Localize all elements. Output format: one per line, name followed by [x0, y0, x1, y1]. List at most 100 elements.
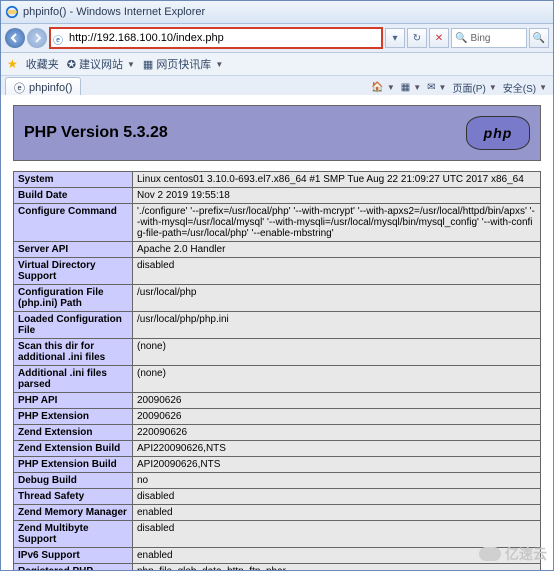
info-key: Zend Extension: [14, 425, 133, 441]
table-row: Zend Multibyte Supportdisabled: [14, 521, 541, 548]
address-bar[interactable]: ⓔ: [49, 27, 383, 49]
table-row: Zend Extension BuildAPI220090626,NTS: [14, 441, 541, 457]
titlebar: phpinfo() - Windows Internet Explorer: [1, 1, 553, 24]
slice-icon: ▦: [143, 58, 153, 71]
table-row: Thread Safetydisabled: [14, 489, 541, 505]
info-value: (none): [133, 366, 541, 393]
watermark: 亿速云: [479, 544, 547, 564]
info-key: Build Date: [14, 188, 133, 204]
info-value: Apache 2.0 Handler: [133, 242, 541, 258]
info-key: Debug Build: [14, 473, 133, 489]
chevron-down-icon: ▾: [392, 33, 397, 44]
info-key: Scan this dir for additional .ini files: [14, 339, 133, 366]
mail-button[interactable]: ✉▼: [427, 82, 446, 93]
info-value: disabled: [133, 258, 541, 285]
php-logo: php: [466, 116, 530, 150]
search-go-icon: 🔍: [533, 33, 545, 44]
tab-label: phpinfo(): [29, 82, 72, 94]
addr-dropdown-button[interactable]: ▾: [385, 28, 405, 48]
home-button[interactable]: 🏠▼: [371, 82, 394, 93]
table-row: Server APIApache 2.0 Handler: [14, 242, 541, 258]
refresh-icon: ↻: [413, 33, 421, 44]
info-value: API20090626,NTS: [133, 457, 541, 473]
page-content[interactable]: PHP Version 5.3.28 php SystemLinux cento…: [1, 95, 553, 570]
table-row: PHP API20090626: [14, 393, 541, 409]
web-slice-link[interactable]: ▦ 网页快讯库 ▼: [143, 56, 223, 72]
search-box[interactable]: 🔍 Bing: [451, 28, 527, 48]
table-row: SystemLinux centos01 3.10.0-693.el7.x86_…: [14, 172, 541, 188]
page-icon: ⓔ: [53, 32, 65, 44]
info-value: php, file, glob, data, http, ftp, phar: [133, 564, 541, 571]
table-row: Zend Extension220090626: [14, 425, 541, 441]
table-row: IPv6 Supportenabled: [14, 548, 541, 564]
window-title: phpinfo() - Windows Internet Explorer: [23, 6, 549, 18]
search-icon: 🔍: [455, 33, 467, 44]
safety-menu[interactable]: 安全(S)▼: [503, 80, 547, 95]
favorites-label[interactable]: 收藏夹: [26, 56, 59, 72]
info-key: PHP Extension: [14, 409, 133, 425]
info-key: IPv6 Support: [14, 548, 133, 564]
rss-button[interactable]: ▦▼: [401, 82, 421, 93]
home-icon: 🏠: [371, 82, 383, 93]
info-key: Virtual Directory Support: [14, 258, 133, 285]
info-key: Zend Memory Manager: [14, 505, 133, 521]
slice-label: 网页快讯库: [156, 56, 211, 72]
table-row: Scan this dir for additional .ini files(…: [14, 339, 541, 366]
info-key: Configuration File (php.ini) Path: [14, 285, 133, 312]
info-key: Zend Extension Build: [14, 441, 133, 457]
back-button[interactable]: [5, 28, 25, 48]
table-row: Registered PHP Streamsphp, file, glob, d…: [14, 564, 541, 571]
table-row: Build DateNov 2 2019 19:55:18: [14, 188, 541, 204]
page-title: PHP Version 5.3.28: [24, 124, 168, 142]
table-row: Configure Command'./configure' '--prefix…: [14, 204, 541, 242]
info-key: Loaded Configuration File: [14, 312, 133, 339]
info-value: 220090626: [133, 425, 541, 441]
info-key: Additional .ini files parsed: [14, 366, 133, 393]
favorites-bar: ★ 收藏夹 ✪ 建议网站 ▼ ▦ 网页快讯库 ▼: [1, 53, 553, 76]
watermark-text: 亿速云: [505, 544, 547, 564]
phpinfo-table: SystemLinux centos01 3.10.0-693.el7.x86_…: [13, 171, 541, 570]
refresh-button[interactable]: ↻: [407, 28, 427, 48]
info-value: Linux centos01 3.10.0-693.el7.x86_64 #1 …: [133, 172, 541, 188]
search-button[interactable]: 🔍: [529, 28, 549, 48]
url-input[interactable]: [67, 29, 379, 47]
info-key: Server API: [14, 242, 133, 258]
info-value: disabled: [133, 489, 541, 505]
info-key: Registered PHP Streams: [14, 564, 133, 571]
mail-icon: ✉: [427, 82, 435, 93]
suggested-sites-link[interactable]: ✪ 建议网站 ▼: [67, 56, 135, 72]
info-key: Configure Command: [14, 204, 133, 242]
info-value: 20090626: [133, 409, 541, 425]
ie-icon: [5, 5, 19, 19]
table-row: Debug Buildno: [14, 473, 541, 489]
info-value: no: [133, 473, 541, 489]
info-value: enabled: [133, 505, 541, 521]
info-key: PHP API: [14, 393, 133, 409]
chevron-down-icon: ▼: [215, 60, 223, 69]
address-row: ⓔ ▾ ↻ ✕ 🔍 Bing 🔍: [1, 24, 553, 53]
cloud-icon: [479, 547, 501, 561]
rss-icon: ▦: [401, 82, 410, 93]
ie-window: phpinfo() - Windows Internet Explorer ⓔ …: [0, 0, 554, 571]
table-row: PHP Extension20090626: [14, 409, 541, 425]
info-value: /usr/local/php: [133, 285, 541, 312]
page-menu[interactable]: 页面(P)▼: [452, 80, 496, 95]
table-row: Loaded Configuration File/usr/local/php/…: [14, 312, 541, 339]
chevron-down-icon: ▼: [127, 60, 135, 69]
info-value: API220090626,NTS: [133, 441, 541, 457]
table-row: Configuration File (php.ini) Path/usr/lo…: [14, 285, 541, 312]
info-value: './configure' '--prefix=/usr/local/php' …: [133, 204, 541, 242]
table-row: Additional .ini files parsed(none): [14, 366, 541, 393]
star-icon[interactable]: ★: [7, 57, 18, 71]
info-value: /usr/local/php/php.ini: [133, 312, 541, 339]
info-value: Nov 2 2019 19:55:18: [133, 188, 541, 204]
info-key: Thread Safety: [14, 489, 133, 505]
info-key: Zend Multibyte Support: [14, 521, 133, 548]
table-row: PHP Extension BuildAPI20090626,NTS: [14, 457, 541, 473]
info-value: 20090626: [133, 393, 541, 409]
command-bar: 🏠▼ ▦▼ ✉▼ 页面(P)▼ 安全(S)▼: [371, 80, 553, 95]
stop-button[interactable]: ✕: [429, 28, 449, 48]
suggested-label: 建议网站: [79, 56, 123, 72]
close-icon: ✕: [435, 33, 443, 44]
forward-button[interactable]: [27, 28, 47, 48]
